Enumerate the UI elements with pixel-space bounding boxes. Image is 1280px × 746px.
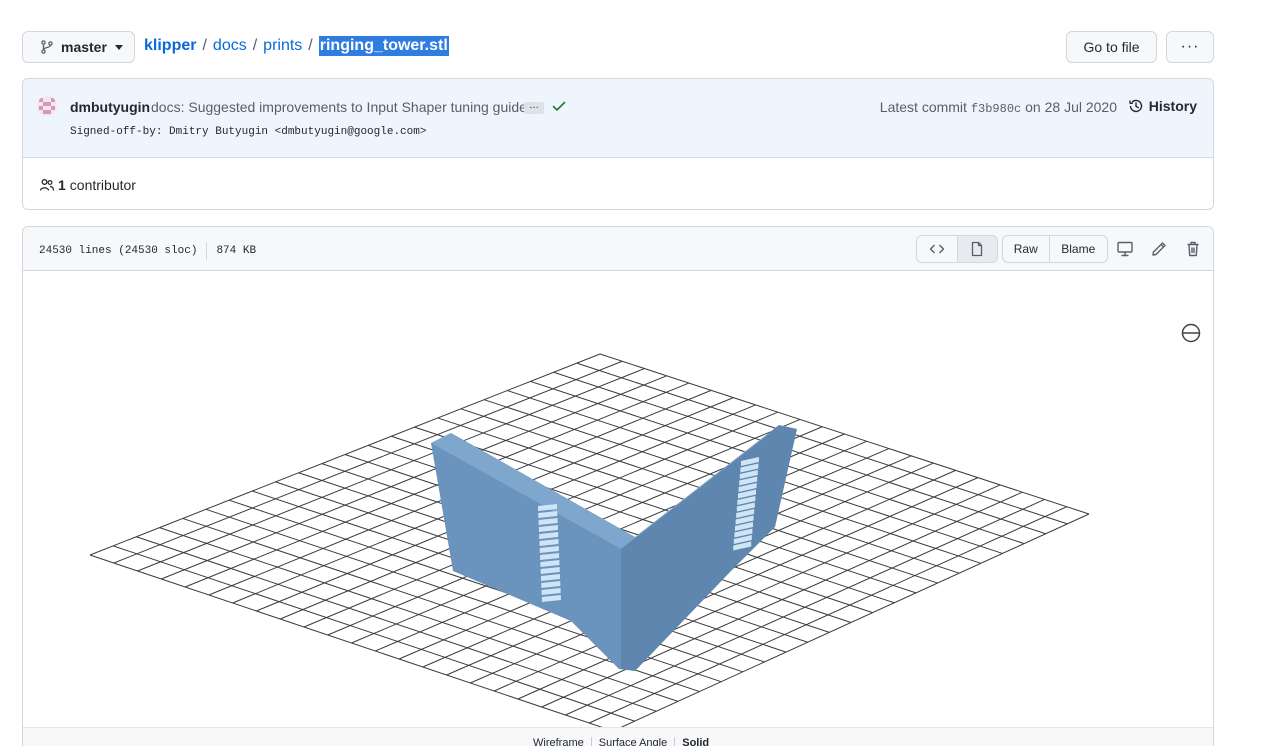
display-view-button[interactable] [956,236,997,262]
breadcrumb-prints-link[interactable]: prints [263,37,302,55]
render-mode-surface-angle[interactable]: Surface Angle [592,737,676,746]
latest-commit-label: Latest commit [879,99,967,115]
go-to-file-button[interactable]: Go to file [1066,31,1157,63]
file-viewer-box: 24530 lines (24530 sloc) 874 KB Raw Blam… [22,226,1214,746]
render-mode-options: Wireframe Surface Angle Solid [526,737,716,746]
commit-sha-link[interactable]: f3b980c [971,102,1021,116]
avatar[interactable] [37,96,57,116]
file-header: 24530 lines (24530 sloc) 874 KB Raw Blam… [23,227,1213,271]
more-options-button[interactable]: ··· [1166,31,1214,63]
render-mode-bar: Wireframe Surface Angle Solid [23,727,1213,746]
raw-button[interactable]: Raw [1003,236,1050,262]
history-link[interactable]: History [1128,98,1197,114]
latest-commit-info: Latest commit f3b980c on 28 Jul 2020 [880,99,1117,116]
history-icon [1128,99,1142,113]
model-right-wall [621,425,797,671]
branch-label: master [61,39,107,55]
git-branch-icon [41,40,53,54]
file-size: 874 KB [216,245,257,257]
latest-commit-box: dmbutyugin docs: Suggested improvements … [22,78,1214,210]
contributor-count: 1 [58,177,66,193]
raw-blame-group: Raw Blame [1002,235,1108,263]
breadcrumb: klipper / docs / prints / ringing_tower.… [144,36,449,56]
commit-author-link[interactable]: dmbutyugin [70,99,150,115]
contributors-link[interactable]: 1 contributor [39,177,136,193]
identicon-icon [37,96,57,116]
branch-select-button[interactable]: master [22,31,135,63]
file-icon [972,241,983,257]
breadcrumb-separator: / [252,37,258,54]
globe-icon[interactable] [1181,323,1201,343]
expand-commit-button[interactable]: … [524,101,544,114]
kebab-horizontal-icon: ··· [1180,38,1200,55]
code-icon [929,244,945,254]
desktop-icon[interactable] [1116,240,1134,258]
commit-body: Signed-off-by: Dmitry Butyugin <dmbutyug… [70,126,427,138]
code-view-button[interactable] [917,236,957,262]
breadcrumb-repo-link[interactable]: klipper [144,37,196,55]
breadcrumb-separator: / [202,37,207,54]
render-mode-solid[interactable]: Solid [675,737,716,746]
breadcrumb-file-name: ringing_tower.stl [318,36,449,56]
file-lines: 24530 lines (24530 sloc) [39,245,198,257]
history-label: History [1148,98,1197,114]
commit-message-link[interactable]: docs: Suggested improvements to Input Sh… [151,99,527,115]
people-icon [39,179,55,191]
breadcrumb-separator: / [308,37,313,54]
caret-down-icon [114,44,123,50]
view-toggle-group [916,235,998,263]
file-info: 24530 lines (24530 sloc) 874 KB [39,242,256,260]
commit-header: dmbutyugin docs: Suggested improvements … [23,79,1213,158]
blame-button[interactable]: Blame [1050,236,1107,262]
check-icon[interactable] [551,98,567,114]
contributor-label: contributor [69,177,136,193]
stl-viewer-canvas[interactable] [23,271,1213,727]
commit-date: on 28 Jul 2020 [1025,99,1117,115]
trash-icon[interactable] [1184,240,1202,258]
divider [206,242,208,260]
file-navigation: master klipper / docs / prints / ringing… [22,31,1214,63]
render-mode-wireframe[interactable]: Wireframe [526,737,592,746]
ringing-tower-model [431,425,797,671]
commit-message-text[interactable]: docs: Suggested improvements to Input Sh… [151,99,527,115]
breadcrumb-docs-link[interactable]: docs [213,37,247,55]
pencil-icon[interactable] [1150,240,1168,258]
stl-render[interactable] [23,271,1213,727]
